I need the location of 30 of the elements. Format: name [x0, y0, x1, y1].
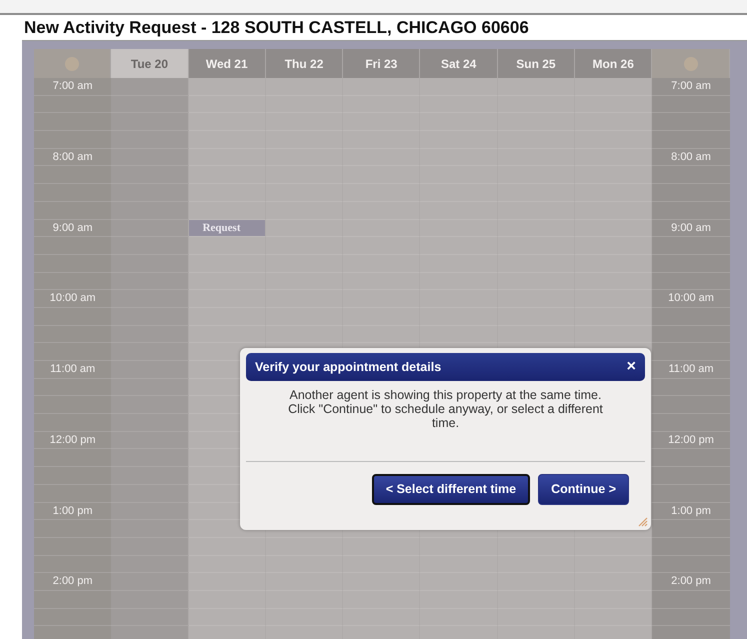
time-cell: 10:00 am — [652, 290, 730, 308]
time-cell: 12:00 pm — [34, 432, 112, 450]
time-cell: 1:00 pm — [652, 502, 730, 520]
time-cell: 11:00 am — [652, 361, 730, 379]
event-block[interactable]: Request — [188, 220, 265, 236]
select-time-button[interactable]: < Select different time — [372, 474, 530, 505]
time-cell: 8:00 am — [34, 148, 112, 166]
time-cell: 7:00 am — [652, 78, 730, 96]
time-cell: 8:00 am — [652, 148, 730, 166]
time-cell: 2:00 pm — [34, 573, 112, 591]
day-header[interactable]: Thu 22 — [266, 49, 344, 78]
day-header[interactable]: Sat 24 — [420, 49, 498, 78]
day-header[interactable]: Mon 26 — [575, 49, 652, 78]
time-cell: 7:00 am — [34, 78, 112, 96]
day-header[interactable]: Tue 20 — [111, 49, 189, 78]
close-button[interactable]: × — [626, 359, 636, 375]
time-cell: 9:00 am — [34, 220, 112, 238]
page-title: New Activity Request - 128 SOUTH CASTELL, CHICAGO 60606 — [23, 17, 530, 39]
day-header[interactable]: Sun 25 — [498, 49, 576, 78]
dialog-message: Another agent is showing this property at the same time. Click "Continue" to schedule anyway, or select a different time. — [287, 387, 604, 432]
time-cell: 2:00 pm — [652, 573, 730, 591]
time-cell: 1:00 pm — [34, 502, 112, 520]
time-cell: 9:00 am — [652, 220, 730, 238]
time-cell: 11:00 am — [34, 361, 112, 379]
time-cell: 10:00 am — [34, 290, 112, 308]
time-cell: 12:00 pm — [652, 432, 730, 450]
dialog-title: Verify your appointment details — [255, 358, 442, 376]
day-header[interactable]: Fri 23 — [343, 49, 420, 78]
continue-button[interactable]: Continue > — [538, 474, 629, 505]
day-header[interactable]: Wed 21 — [188, 49, 266, 78]
